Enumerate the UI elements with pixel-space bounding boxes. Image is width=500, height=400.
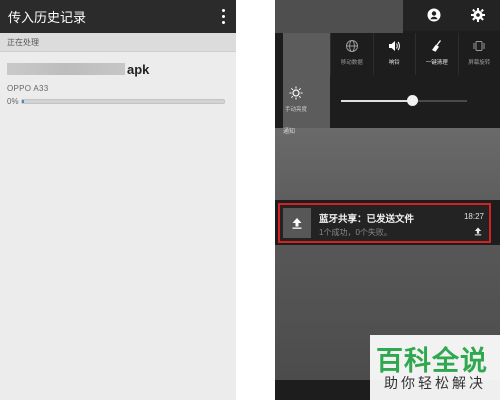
transfer-progress: 0% — [7, 97, 229, 106]
broom-icon — [431, 40, 441, 52]
qs-label: 一键清理 — [425, 60, 448, 66]
watermark-logo: 百科全说 助你轻松解决 — [370, 335, 500, 400]
rotate-icon — [473, 41, 485, 51]
notification-subtitle: 1个成功，0个失败。 — [319, 228, 392, 237]
qs-label: 移动数据 — [340, 60, 363, 66]
app-bar: 传入历史记录 — [0, 0, 236, 33]
watermark-sub: 助你轻松解决 — [384, 376, 486, 392]
bluetooth-share-notification[interactable]: 蓝牙共享：已发送文件 1个成功，0个失败。 18:27 — [278, 203, 491, 243]
page-title: 传入历史记录 — [8, 10, 87, 25]
brightness-slider[interactable] — [341, 95, 467, 106]
brightness-label: 手动亮度 — [285, 107, 308, 113]
upload-icon — [283, 208, 311, 238]
globe-icon — [345, 40, 358, 52]
progress-bar-fill — [22, 100, 25, 103]
notification-time: 18:27 — [463, 212, 484, 221]
progress-bar — [21, 99, 225, 104]
qs-ringer[interactable]: 响铃 — [372, 33, 416, 75]
redacted-area — [275, 128, 500, 200]
file-extension: apk — [127, 61, 150, 77]
user-profile-icon[interactable] — [426, 7, 442, 23]
section-header: 正在处理 — [0, 33, 236, 52]
device-name: OPPO A33 — [7, 84, 49, 93]
slider-fill — [341, 100, 412, 102]
qs-label: 响铃 — [388, 60, 400, 66]
speaker-icon — [389, 41, 401, 51]
slider-thumb[interactable] — [406, 95, 418, 106]
qs-screen-rotation[interactable]: 屏幕旋转 — [457, 33, 500, 75]
qs-mobile-data[interactable]: 移动数据 — [330, 33, 373, 75]
brightness-control: 手动亮度 — [275, 82, 500, 122]
small-upload-icon — [474, 227, 482, 236]
notifications-header: 通知 — [283, 129, 296, 135]
redacted-filename — [7, 63, 125, 75]
settings-gear-icon[interactable] — [470, 7, 486, 23]
transfer-history-panel: 传入历史记录 正在处理 apk OPPO A33 0% — [0, 0, 236, 400]
qs-label: 屏幕旋转 — [468, 60, 491, 66]
brightness-icon — [289, 86, 303, 100]
qs-one-key-clean[interactable]: 一键清理 — [415, 33, 458, 75]
redacted-area — [275, 0, 403, 33]
overflow-menu-icon[interactable] — [218, 9, 228, 24]
notification-title: 蓝牙共享：已发送文件 — [319, 214, 415, 225]
transfer-item[interactable]: apk OPPO A33 0% — [0, 52, 236, 112]
progress-percent: 0% — [7, 97, 19, 106]
quick-settings: 移动数据 响铃 一键清理 屏幕旋转 — [330, 33, 500, 75]
file-name: apk — [7, 61, 229, 77]
